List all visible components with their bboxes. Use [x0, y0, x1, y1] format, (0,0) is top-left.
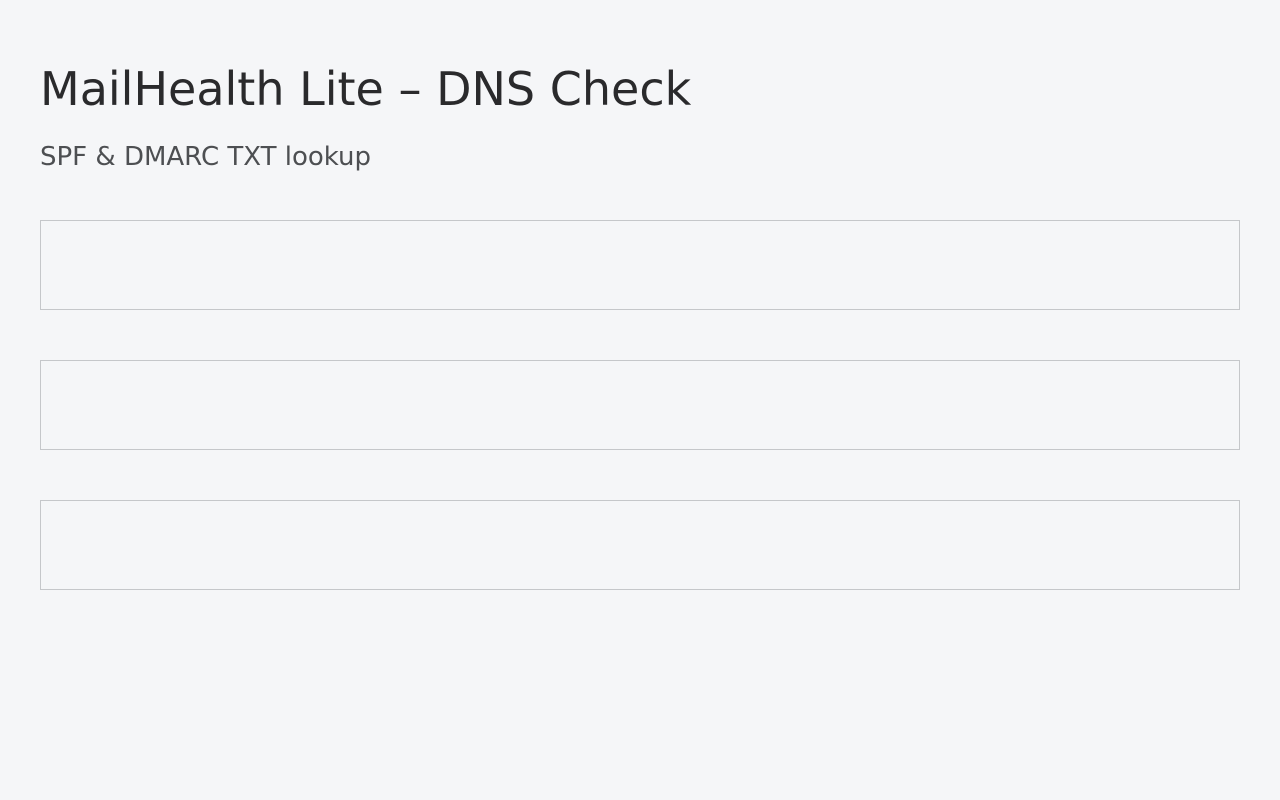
result-panel-2 — [40, 360, 1240, 450]
page-subtitle: SPF & DMARC TXT lookup — [40, 142, 372, 172]
page-title: MailHealth Lite – DNS Check — [40, 62, 692, 116]
result-panel-3 — [40, 500, 1240, 590]
result-panel-1 — [40, 220, 1240, 310]
